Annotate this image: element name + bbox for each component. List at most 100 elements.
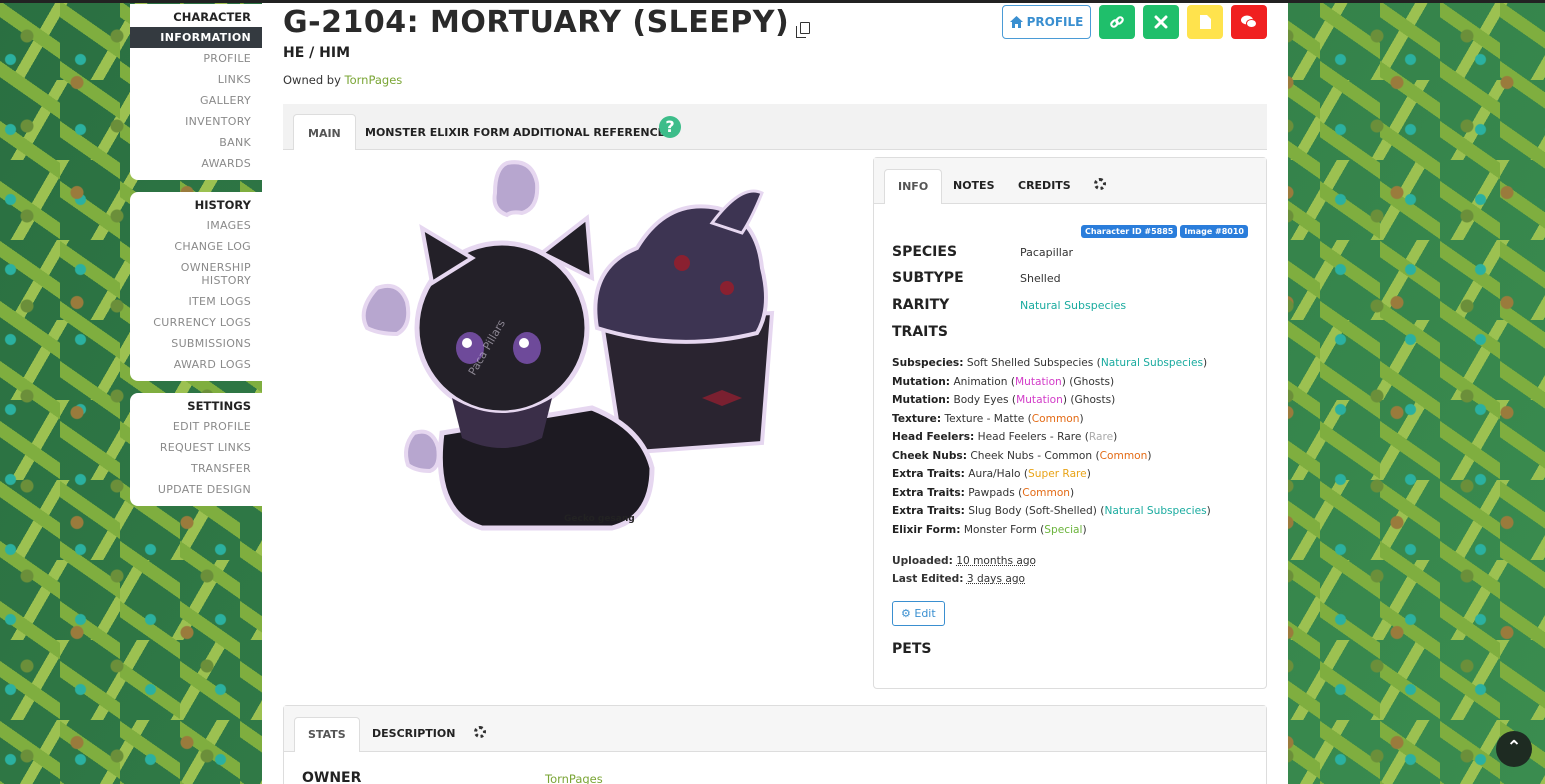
tab-credits[interactable]: CREDITS	[1005, 169, 1084, 204]
rarity-link[interactable]: Natural Subspecies	[1020, 299, 1126, 312]
edited-label: Last Edited:	[892, 573, 964, 585]
sidebar-item-profile[interactable]: PROFILE	[130, 48, 262, 69]
trait-rarity-link[interactable]: Mutation	[1015, 376, 1062, 388]
gear-icon[interactable]	[1094, 178, 1106, 190]
edit-button-label: Edit	[914, 607, 936, 620]
trait-name: Cheek Nubs - Common	[970, 449, 1093, 462]
owner-label: OWNER	[302, 770, 362, 784]
trait-rarity-link[interactable]: Super Rare	[1028, 468, 1087, 480]
uploaded-value: 10 months ago	[956, 555, 1037, 567]
uploaded-label: Uploaded:	[892, 555, 953, 567]
sidebar-item-bank[interactable]: BANK	[130, 132, 262, 153]
owner-link[interactable]: TornPages	[345, 73, 403, 87]
sidebar-item-submissions[interactable]: SUBMISSIONS	[130, 333, 262, 354]
trait-row: Extra Traits: Aura/Halo (Super Rare)	[892, 468, 1091, 480]
trait-row: Elixir Form: Monster Form (Special)	[892, 523, 1087, 536]
trait-row: Mutation: Body Eyes (Mutation) (Ghosts)	[892, 394, 1116, 406]
trait-row: Cheek Nubs: Cheek Nubs - Common (Common)	[892, 449, 1152, 462]
tab-info[interactable]: INFO	[884, 169, 943, 204]
sidebar-item-images[interactable]: IMAGES	[130, 215, 262, 236]
sidebar-section-settings: SETTINGS EDIT PROFILE REQUEST LINKS TRAN…	[130, 393, 262, 506]
comments-button[interactable]	[1231, 5, 1267, 39]
sidebar-heading: HISTORY	[194, 198, 251, 212]
trait-category: Extra Traits:	[892, 505, 965, 517]
stats-card: STATS DESCRIPTION OWNER TornPages	[283, 705, 1267, 784]
pets-label: PETS	[892, 641, 932, 657]
trait-name: Soft Shelled Subspecies	[966, 357, 1094, 369]
sidebar-item-gallery[interactable]: GALLERY	[130, 90, 262, 111]
tab-additional-reference[interactable]: ADDITIONAL REFERENCE	[499, 114, 679, 150]
edit-button[interactable]: ⚙ Edit	[892, 601, 945, 626]
owned-by-label: Owned by	[283, 73, 341, 87]
trait-category: Cheek Nubs:	[892, 449, 967, 462]
sidebar-item-change-log[interactable]: CHANGE LOG	[130, 236, 262, 257]
tab-notes[interactable]: NOTES	[940, 169, 1008, 204]
trait-category: Extra Traits:	[892, 468, 965, 480]
trait-name: Body Eyes	[953, 394, 1009, 406]
sidebar-item-item-logs[interactable]: ITEM LOGS	[130, 291, 262, 312]
sidebar-item-request-links[interactable]: REQUEST LINKS	[130, 437, 262, 458]
trait-name: Pawpads	[968, 486, 1015, 499]
art-signature: Gecko gesang	[564, 514, 635, 524]
species-value: Pacapillar	[1020, 246, 1074, 259]
trait-category: Extra Traits:	[892, 486, 965, 499]
rarity-row: RARITY Natural Subspecies	[892, 297, 1126, 313]
help-icon[interactable]: ?	[659, 116, 681, 138]
info-tabs: INFO NOTES CREDITS	[874, 158, 1266, 204]
sidebar-item-information[interactable]: INFORMATION	[130, 27, 262, 48]
trait-row: Mutation: Animation (Mutation) (Ghosts)	[892, 375, 1115, 388]
tab-main[interactable]: MAIN	[293, 114, 356, 150]
trait-rarity-link[interactable]: Mutation	[1016, 394, 1063, 406]
trait-category: Head Feelers:	[892, 431, 975, 443]
trait-row: Extra Traits: Pawpads (Common)	[892, 486, 1075, 499]
subtype-row: SUBTYPE Shelled	[892, 270, 1061, 286]
owner-link[interactable]: TornPages	[545, 772, 603, 784]
subtype-label: SUBTYPE	[892, 270, 964, 286]
sidebar-item-award-logs[interactable]: AWARD LOGS	[130, 354, 262, 375]
trait-rarity-link[interactable]: Special	[1044, 524, 1082, 536]
sidebar-item-transfer[interactable]: TRANSFER	[130, 458, 262, 479]
trait-name: Texture - Matte	[944, 412, 1025, 425]
link-icon	[1110, 16, 1124, 28]
sidebar-item-inventory[interactable]: INVENTORY	[130, 111, 262, 132]
sidebar-item-update-design[interactable]: UPDATE DESIGN	[130, 479, 262, 500]
image-id-badge: Image #8010	[1180, 225, 1248, 238]
trait-rarity-link[interactable]: Common	[1022, 487, 1070, 499]
sidebar-heading: CHARACTER	[173, 10, 251, 24]
trait-rarity-link[interactable]: Natural Subspecies	[1101, 357, 1203, 369]
action-buttons: PROFILE	[1002, 5, 1267, 39]
trait-rarity-link[interactable]: Rare	[1089, 431, 1113, 443]
pronouns: HE / HIM	[283, 45, 350, 61]
sidebar-item-currency-logs[interactable]: CURRENCY LOGS	[130, 312, 262, 333]
character-id-badge: Character ID #5885	[1080, 225, 1178, 238]
scroll-to-top-button[interactable]: ⌃	[1496, 731, 1532, 767]
sidebar-item-edit-profile[interactable]: EDIT PROFILE	[130, 416, 262, 437]
trait-rarity-link[interactable]: Common	[1032, 413, 1080, 425]
trait-rarity-link[interactable]: Natural Subspecies	[1104, 505, 1206, 517]
sidebar-item-ownership-history[interactable]: OWNERSHIP HISTORY	[130, 257, 262, 291]
sidebar-item-links[interactable]: LINKS	[130, 69, 262, 90]
tab-description[interactable]: DESCRIPTION	[359, 717, 468, 752]
document-button[interactable]	[1187, 5, 1223, 39]
trait-name: Aura/Halo	[968, 468, 1021, 480]
sidebar-heading: SETTINGS	[187, 399, 251, 413]
document-icon	[1199, 15, 1211, 29]
profile-button[interactable]: PROFILE	[1002, 5, 1091, 39]
subtype-value: Shelled	[1020, 272, 1061, 285]
species-label: SPECIES	[892, 244, 958, 260]
home-icon	[1009, 16, 1023, 28]
gear-icon[interactable]	[474, 726, 486, 738]
sidebar-item-awards[interactable]: AWARDS	[130, 153, 262, 174]
traits-row: TRAITS	[892, 324, 1020, 340]
tab-stats[interactable]: STATS	[294, 717, 360, 752]
cupcake-shape	[593, 189, 775, 456]
character-image[interactable]: Gecko gesang Paca Pillars	[332, 153, 802, 543]
tools-button[interactable]	[1143, 5, 1179, 39]
sidebar-section-history: HISTORY IMAGES CHANGE LOG OWNERSHIP HIST…	[130, 192, 262, 381]
tab-monster-elixir-form[interactable]: MONSTER ELIXIR FORM	[351, 114, 524, 150]
trait-rarity-link[interactable]: Common	[1100, 450, 1148, 462]
trait-category: Texture:	[892, 412, 942, 425]
link-button[interactable]	[1099, 5, 1135, 39]
trait-row: Texture: Texture - Matte (Common)	[892, 412, 1084, 425]
copy-icon[interactable]	[796, 22, 811, 38]
